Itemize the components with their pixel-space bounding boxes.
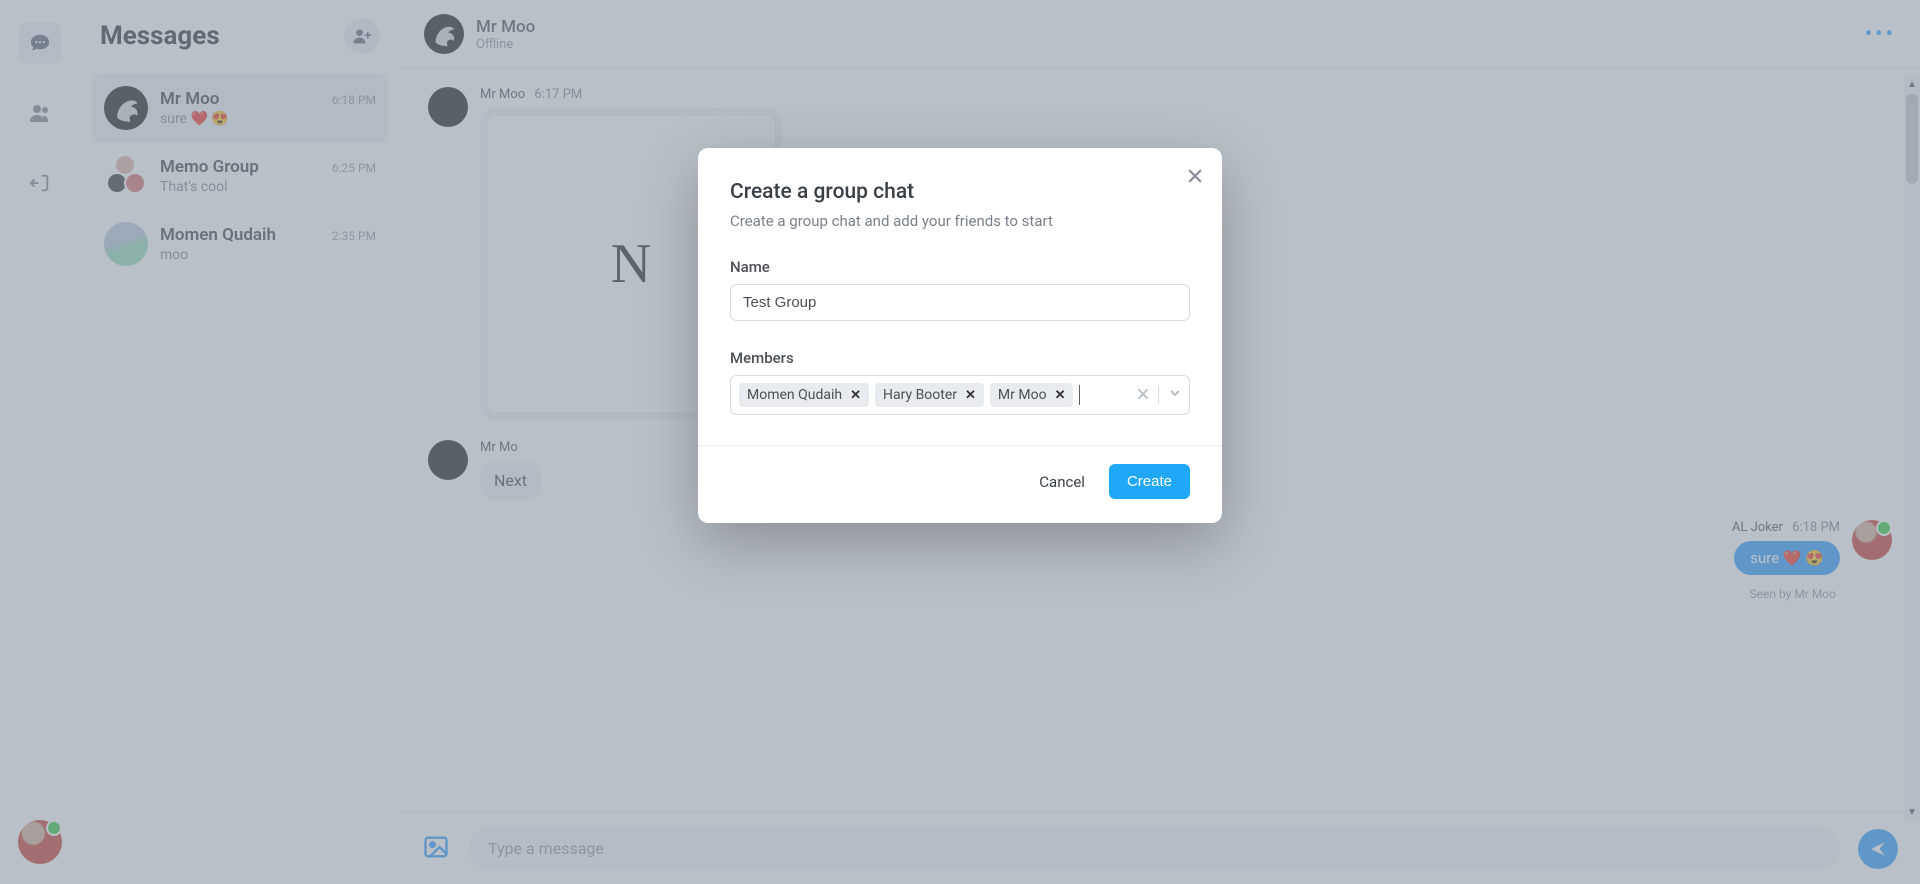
cancel-button[interactable]: Cancel bbox=[1039, 473, 1085, 491]
modal-overlay[interactable]: Create a group chat Create a group chat … bbox=[0, 0, 1920, 884]
remove-member-button[interactable]: ✕ bbox=[965, 388, 976, 403]
remove-member-button[interactable]: ✕ bbox=[850, 388, 861, 403]
dropdown-toggle[interactable] bbox=[1167, 385, 1183, 405]
member-chip: Mr Moo ✕ bbox=[990, 383, 1074, 407]
remove-member-button[interactable]: ✕ bbox=[1055, 388, 1066, 403]
create-button[interactable]: Create bbox=[1109, 464, 1190, 499]
member-chip-label: Hary Booter bbox=[883, 387, 957, 403]
modal-title: Create a group chat bbox=[730, 180, 1190, 204]
close-button[interactable] bbox=[1186, 166, 1204, 190]
close-icon bbox=[1136, 387, 1150, 401]
group-name-input[interactable] bbox=[730, 284, 1190, 321]
members-label: Members bbox=[730, 349, 1190, 367]
members-select[interactable]: Momen Qudaih ✕ Hary Booter ✕ Mr Moo ✕ bbox=[730, 375, 1190, 415]
close-icon bbox=[1186, 167, 1204, 185]
member-chip-label: Momen Qudaih bbox=[747, 387, 842, 403]
create-group-modal: Create a group chat Create a group chat … bbox=[698, 148, 1222, 523]
member-chip: Momen Qudaih ✕ bbox=[739, 383, 869, 407]
clear-all-button[interactable] bbox=[1136, 386, 1150, 405]
separator bbox=[1158, 386, 1159, 404]
modal-actions: Cancel Create bbox=[698, 445, 1222, 505]
text-cursor bbox=[1079, 385, 1080, 405]
name-label: Name bbox=[730, 258, 1190, 276]
members-controls bbox=[1136, 385, 1183, 405]
modal-subtitle: Create a group chat and add your friends… bbox=[730, 212, 1190, 230]
member-chip-label: Mr Moo bbox=[998, 387, 1047, 403]
chevron-down-icon bbox=[1167, 385, 1183, 401]
member-chip: Hary Booter ✕ bbox=[875, 383, 984, 407]
